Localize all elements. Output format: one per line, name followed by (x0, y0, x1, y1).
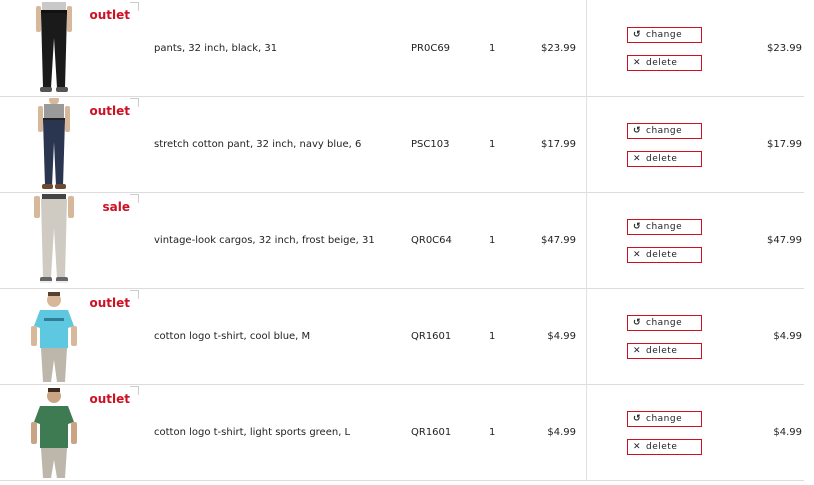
delete-label: delete (646, 58, 678, 68)
product-code: PSC103 (411, 139, 450, 150)
delete-label: delete (646, 250, 678, 260)
delete-button[interactable]: ✕ delete (627, 343, 702, 359)
product-image[interactable] (14, 194, 94, 284)
line-total: $47.99 (767, 235, 802, 246)
badge-corner-mark (130, 386, 139, 395)
product-description: vintage-look cargos, 32 inch, frost beig… (154, 235, 375, 246)
product-description: cotton logo t-shirt, cool blue, M (154, 331, 311, 342)
cart-row: outlet cotton logo t-shirt, cool blue, M… (0, 288, 804, 385)
line-total: $23.99 (767, 43, 802, 54)
delete-label: delete (646, 154, 678, 164)
quantity: 1 (489, 427, 496, 438)
undo-arrow-icon: ↺ (633, 318, 641, 328)
product-code: QR1601 (411, 427, 452, 438)
product-description: pants, 32 inch, black, 31 (154, 43, 278, 54)
cart-row: outlet stretch cotton pant, 32 inch, nav… (0, 96, 804, 193)
outlet-badge: outlet (89, 8, 130, 22)
undo-arrow-icon: ↺ (633, 30, 641, 40)
delete-label: delete (646, 346, 678, 356)
badge-corner-mark (130, 290, 139, 299)
quantity: 1 (489, 43, 496, 54)
outlet-badge: outlet (89, 104, 130, 118)
delete-button[interactable]: ✕ delete (627, 151, 702, 167)
outlet-badge: outlet (89, 296, 130, 310)
x-icon: ✕ (633, 250, 641, 260)
delete-button[interactable]: ✕ delete (627, 247, 702, 263)
column-divider (586, 96, 587, 192)
badge-corner-mark (130, 194, 139, 203)
product-image[interactable] (14, 98, 94, 189)
column-divider (586, 384, 587, 480)
quantity: 1 (489, 331, 496, 342)
change-label: change (646, 126, 683, 136)
unit-price: $23.99 (541, 43, 576, 54)
change-label: change (646, 318, 683, 328)
column-divider (586, 192, 587, 288)
quantity: 1 (489, 235, 496, 246)
product-description: stretch cotton pant, 32 inch, navy blue,… (154, 139, 362, 150)
cart-item-list: outlet pants, 32 inch, black, 31 PR0C69 … (0, 0, 814, 485)
product-code: QR1601 (411, 331, 452, 342)
change-button[interactable]: ↺ change (627, 219, 702, 235)
badge-corner-mark (130, 2, 139, 11)
line-total: $4.99 (773, 331, 802, 342)
product-image[interactable] (14, 290, 94, 382)
delete-button[interactable]: ✕ delete (627, 55, 702, 71)
change-button[interactable]: ↺ change (627, 411, 702, 427)
quantity: 1 (489, 139, 496, 150)
column-divider (586, 288, 587, 384)
delete-label: delete (646, 442, 678, 452)
unit-price: $47.99 (541, 235, 576, 246)
line-total: $17.99 (767, 139, 802, 150)
undo-arrow-icon: ↺ (633, 414, 641, 424)
unit-price: $4.99 (547, 331, 576, 342)
change-label: change (646, 414, 683, 424)
outlet-badge: outlet (89, 392, 130, 406)
change-button[interactable]: ↺ change (627, 27, 702, 43)
change-button[interactable]: ↺ change (627, 315, 702, 331)
cart-row: outlet pants, 32 inch, black, 31 PR0C69 … (0, 0, 804, 97)
undo-arrow-icon: ↺ (633, 126, 641, 136)
badge-corner-mark (130, 98, 139, 107)
column-divider (586, 0, 587, 96)
undo-arrow-icon: ↺ (633, 222, 641, 232)
product-description: cotton logo t-shirt, light sports green,… (154, 427, 351, 438)
sale-badge: sale (102, 200, 131, 214)
cart-row: sale vintage-look cargos, 32 inch, frost… (0, 192, 804, 289)
x-icon: ✕ (633, 346, 641, 356)
product-image[interactable] (14, 2, 94, 92)
x-icon: ✕ (633, 154, 641, 164)
product-code: PR0C69 (411, 43, 451, 54)
line-total: $4.99 (773, 427, 802, 438)
change-button[interactable]: ↺ change (627, 123, 702, 139)
change-label: change (646, 30, 683, 40)
product-code: QR0C64 (411, 235, 452, 246)
delete-button[interactable]: ✕ delete (627, 439, 702, 455)
x-icon: ✕ (633, 442, 641, 452)
unit-price: $17.99 (541, 139, 576, 150)
product-image[interactable] (14, 386, 94, 478)
unit-price: $4.99 (547, 427, 576, 438)
change-label: change (646, 222, 683, 232)
cart-row: outlet cotton logo t-shirt, light sports… (0, 384, 804, 481)
x-icon: ✕ (633, 58, 641, 68)
